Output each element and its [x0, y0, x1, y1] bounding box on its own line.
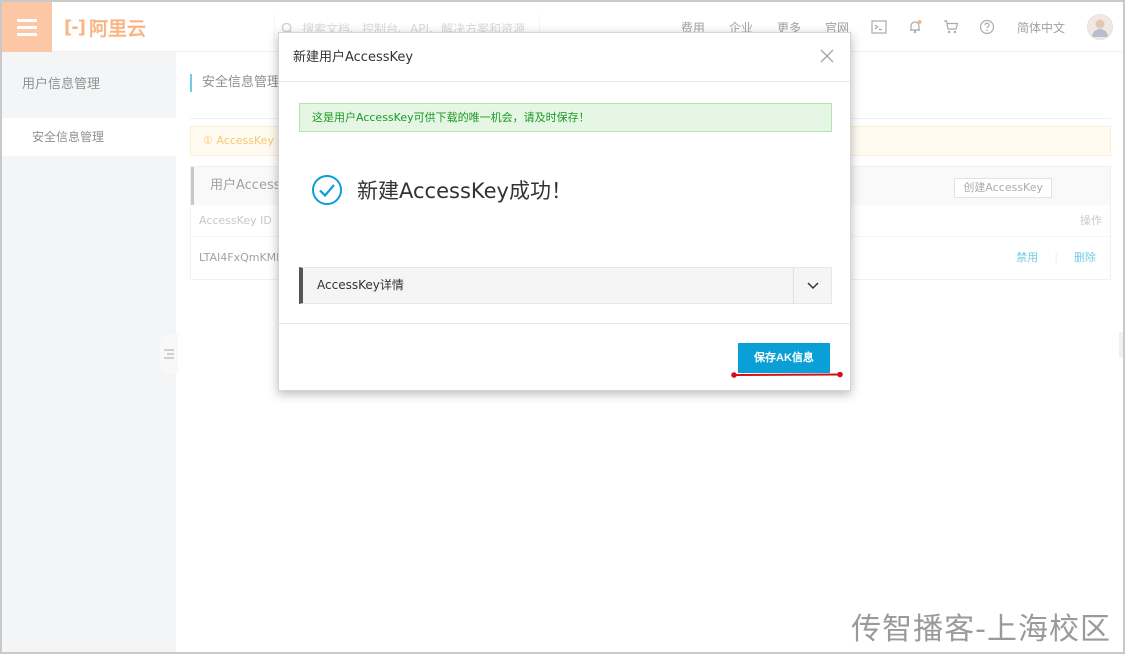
annotation-underline [731, 372, 843, 378]
success-message: 新建AccessKey成功！ [311, 173, 572, 207]
dialog-header: 新建用户AccessKey [279, 33, 850, 82]
watermark: 传智播客-上海校区 [851, 612, 1111, 647]
check-circle-icon [312, 175, 342, 205]
details-label: AccessKey详情 [317, 278, 404, 292]
dialog-footer-divider [279, 323, 850, 324]
accesskey-details-toggle[interactable]: AccessKey详情 [299, 267, 832, 304]
success-text: 新建AccessKey成功！ [357, 179, 572, 203]
chevron-down-icon[interactable] [793, 268, 831, 303]
download-notice: 这是用户AccessKey可供下载的唯一机会，请及时保存！ [299, 103, 832, 132]
create-accesskey-dialog: 新建用户AccessKey 这是用户AccessKey可供下载的唯一机会，请及时… [278, 32, 851, 391]
dialog-title: 新建用户AccessKey [293, 50, 414, 65]
app-frame: [-] 阿里云 搜索文档、控制台、API、解决方案和资源 费用 企业 更多 官网 [0, 0, 1125, 654]
save-ak-info-button[interactable]: 保存AK信息 [738, 343, 830, 373]
close-icon[interactable] [820, 49, 834, 63]
